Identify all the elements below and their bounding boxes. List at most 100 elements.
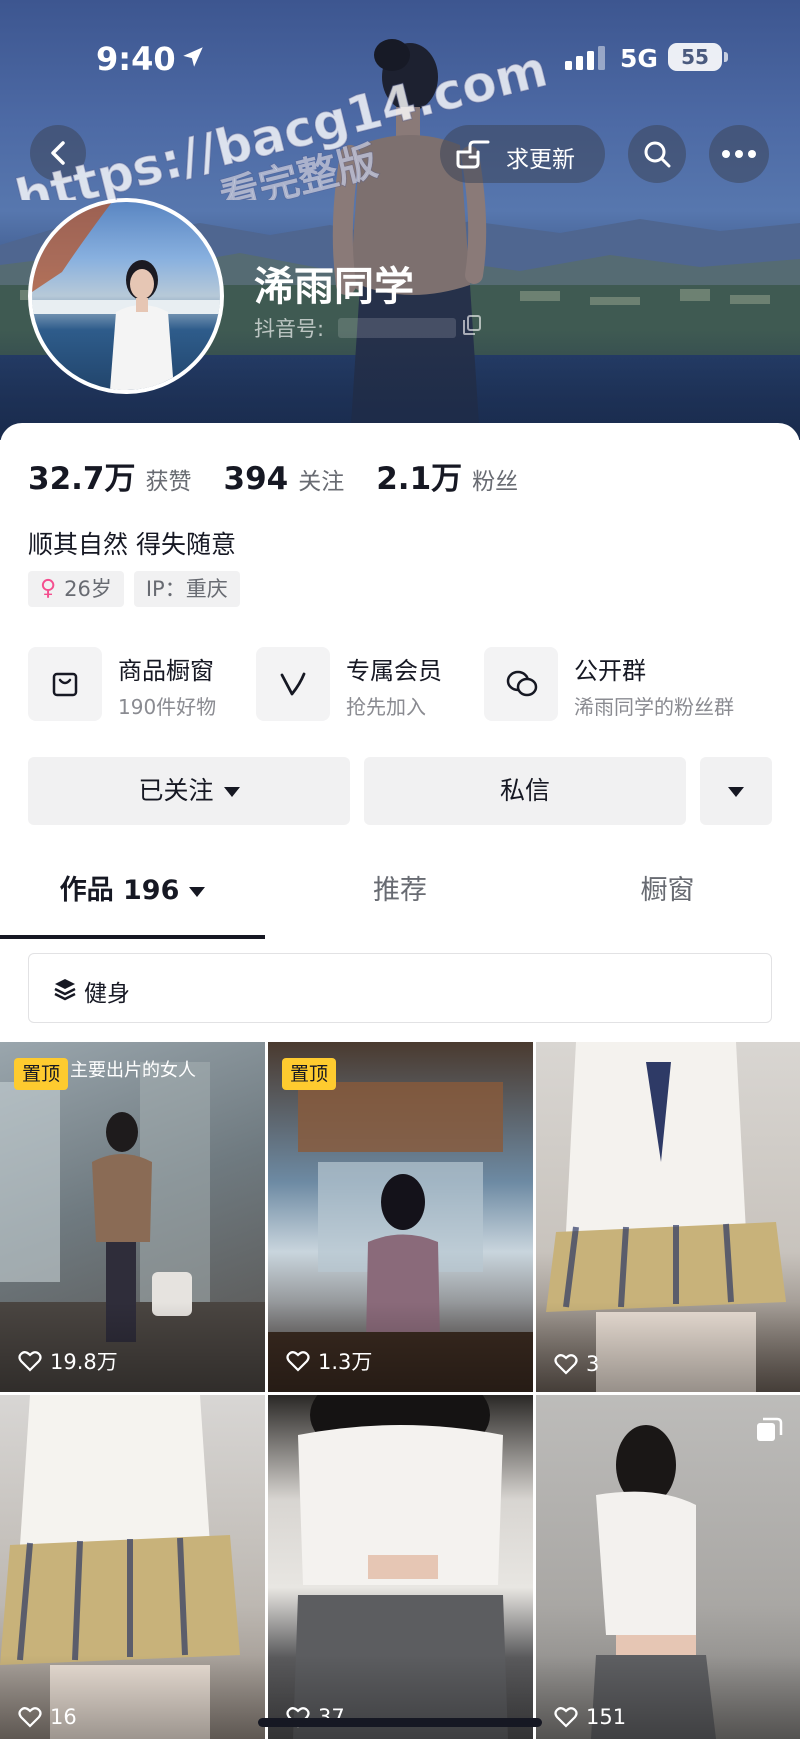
service-subtitle: 190件好物 — [118, 695, 217, 719]
like-count: 16 — [18, 1705, 77, 1729]
more-options-button[interactable] — [709, 125, 769, 183]
like-count-value: 151 — [586, 1705, 627, 1729]
like-count: 3 — [554, 1352, 599, 1376]
member-v-icon — [256, 647, 330, 721]
battery-indicator: 55 — [668, 43, 728, 71]
back-button[interactable] — [30, 125, 86, 181]
service-title: 商品橱窗 — [118, 657, 214, 685]
service-shop-window[interactable]: 商品橱窗 190件好物 — [28, 647, 248, 727]
avatar[interactable] — [28, 198, 224, 394]
stat-value: 394 — [223, 461, 289, 497]
like-count: 151 — [554, 1705, 626, 1729]
like-count: 1.3万 — [286, 1346, 372, 1376]
chat-bubbles-icon — [484, 647, 558, 721]
tab-label: 作品 196 — [59, 875, 180, 906]
douyin-id-label: 抖音号: — [254, 317, 325, 341]
caret-down-icon — [223, 787, 240, 797]
stat-value: 2.1万 — [376, 461, 463, 497]
following-button[interactable]: 已关注 — [28, 757, 350, 825]
signal-bars-icon — [565, 46, 605, 70]
pointing-hand-icon — [456, 140, 490, 169]
status-time: 9:40 — [96, 40, 176, 78]
search-button[interactable] — [628, 125, 686, 183]
service-subtitle: 抢先加入 — [346, 695, 426, 719]
thumbnail-shade — [536, 1302, 800, 1392]
home-indicator — [258, 1718, 542, 1727]
request-update-label: 求更新 — [506, 147, 575, 173]
female-icon: ♀ — [40, 576, 57, 601]
profile-bio: 顺其自然 得失随意 — [28, 530, 236, 559]
ip-location-tag: IP：重庆 — [133, 571, 240, 607]
multi-image-icon — [757, 1417, 783, 1441]
age-label: 26岁 — [64, 577, 112, 601]
tab-works[interactable]: 作品 196 — [0, 861, 265, 941]
like-count: 19.8万 — [18, 1346, 118, 1376]
services-row: 商品橱窗 190件好物 专属会员 抢先加入 公开群 浠雨同学的粉丝群 — [28, 647, 800, 727]
shopping-bag-icon — [28, 647, 102, 721]
layers-icon — [54, 979, 76, 1001]
douyin-id-value — [338, 318, 456, 338]
stat-label: 粉丝 — [472, 469, 519, 495]
collection-filter[interactable]: 健身 — [28, 953, 772, 1023]
stat-value: 32.7万 — [28, 461, 136, 497]
heart-icon — [18, 1351, 42, 1372]
filter-label: 健身 — [84, 981, 130, 1007]
heart-icon — [18, 1707, 42, 1728]
service-title: 专属会员 — [346, 657, 442, 685]
pinned-badge: 置顶 — [282, 1058, 337, 1090]
following-label: 已关注 — [138, 776, 214, 805]
service-subtitle: 浠雨同学的粉丝群 — [574, 695, 734, 719]
profile-tags: ♀ 26岁 IP：重庆 — [28, 571, 250, 607]
pinned-badge: 置顶 — [14, 1058, 69, 1090]
video-thumbnail[interactable]: 3 — [536, 1042, 800, 1392]
video-caption: 主要出片的女人 — [70, 1060, 196, 1081]
stat-followers[interactable]: 2.1万 粉丝 — [376, 453, 518, 498]
message-label: 私信 — [499, 776, 550, 805]
chevron-left-icon — [51, 141, 65, 165]
profile-name: 浠雨同学 — [254, 264, 414, 310]
stat-label: 关注 — [298, 469, 345, 495]
network-type: 5G — [620, 44, 658, 73]
caret-down-icon — [728, 787, 744, 797]
avatar-photo — [32, 202, 220, 390]
stat-following[interactable]: 394 关注 — [224, 461, 345, 497]
status-bar: 9:40 5G 55 — [0, 30, 800, 90]
action-buttons: 已关注 私信 — [28, 757, 772, 825]
active-tab-indicator — [0, 935, 265, 939]
profile-stats: 32.7万 获赞 394 关注 2.1万 粉丝 — [28, 453, 550, 497]
profile-card: 32.7万 获赞 394 关注 2.1万 粉丝 顺其自然 得失随意 ♀ 26岁 … — [0, 423, 800, 1739]
like-count-value: 3 — [586, 1352, 600, 1376]
service-title: 公开群 — [574, 657, 646, 685]
heart-icon — [286, 1351, 310, 1372]
tab-label: 推荐 — [373, 875, 427, 906]
copy-icon[interactable] — [462, 314, 482, 336]
caret-down-icon — [189, 886, 206, 897]
video-thumbnail[interactable]: 16 — [0, 1395, 265, 1739]
tab-recommended[interactable]: 推荐 — [265, 861, 535, 941]
heart-icon — [554, 1707, 578, 1728]
like-count-value: 19.8万 — [50, 1350, 118, 1374]
recommend-expand-button[interactable] — [700, 757, 772, 825]
age-tag: ♀ 26岁 — [28, 571, 124, 607]
location-arrow-icon — [183, 47, 203, 67]
stat-label: 获赞 — [145, 469, 192, 495]
service-public-group[interactable]: 公开群 浠雨同学的粉丝群 — [484, 647, 800, 727]
ip-location-label: IP：重庆 — [145, 577, 228, 601]
tab-label: 橱窗 — [640, 875, 695, 906]
search-icon — [644, 141, 671, 168]
content-tabs: 作品 196 推荐 橱窗 — [0, 861, 800, 941]
more-dots-icon — [722, 150, 756, 158]
video-thumbnail[interactable]: 置顶 主要出片的女人 19.8万 — [0, 1042, 265, 1392]
heart-icon — [554, 1354, 578, 1375]
video-thumbnail[interactable]: 置顶 1.3万 — [268, 1042, 533, 1392]
message-button[interactable]: 私信 — [364, 757, 686, 825]
stat-likes[interactable]: 32.7万 获赞 — [28, 453, 192, 498]
video-grid: 置顶 主要出片的女人 19.8万 置顶 1.3万 3 16 37 151 — [0, 1042, 800, 1739]
service-exclusive-member[interactable]: 专属会员 抢先加入 — [256, 647, 476, 727]
request-update-button[interactable]: 求更新 — [440, 125, 605, 183]
like-count-value: 1.3万 — [318, 1350, 373, 1374]
tab-shop-window[interactable]: 橱窗 — [535, 861, 800, 941]
video-thumbnail[interactable]: 151 — [536, 1395, 800, 1739]
like-count-value: 16 — [50, 1705, 77, 1729]
video-thumbnail[interactable]: 37 — [268, 1395, 533, 1739]
